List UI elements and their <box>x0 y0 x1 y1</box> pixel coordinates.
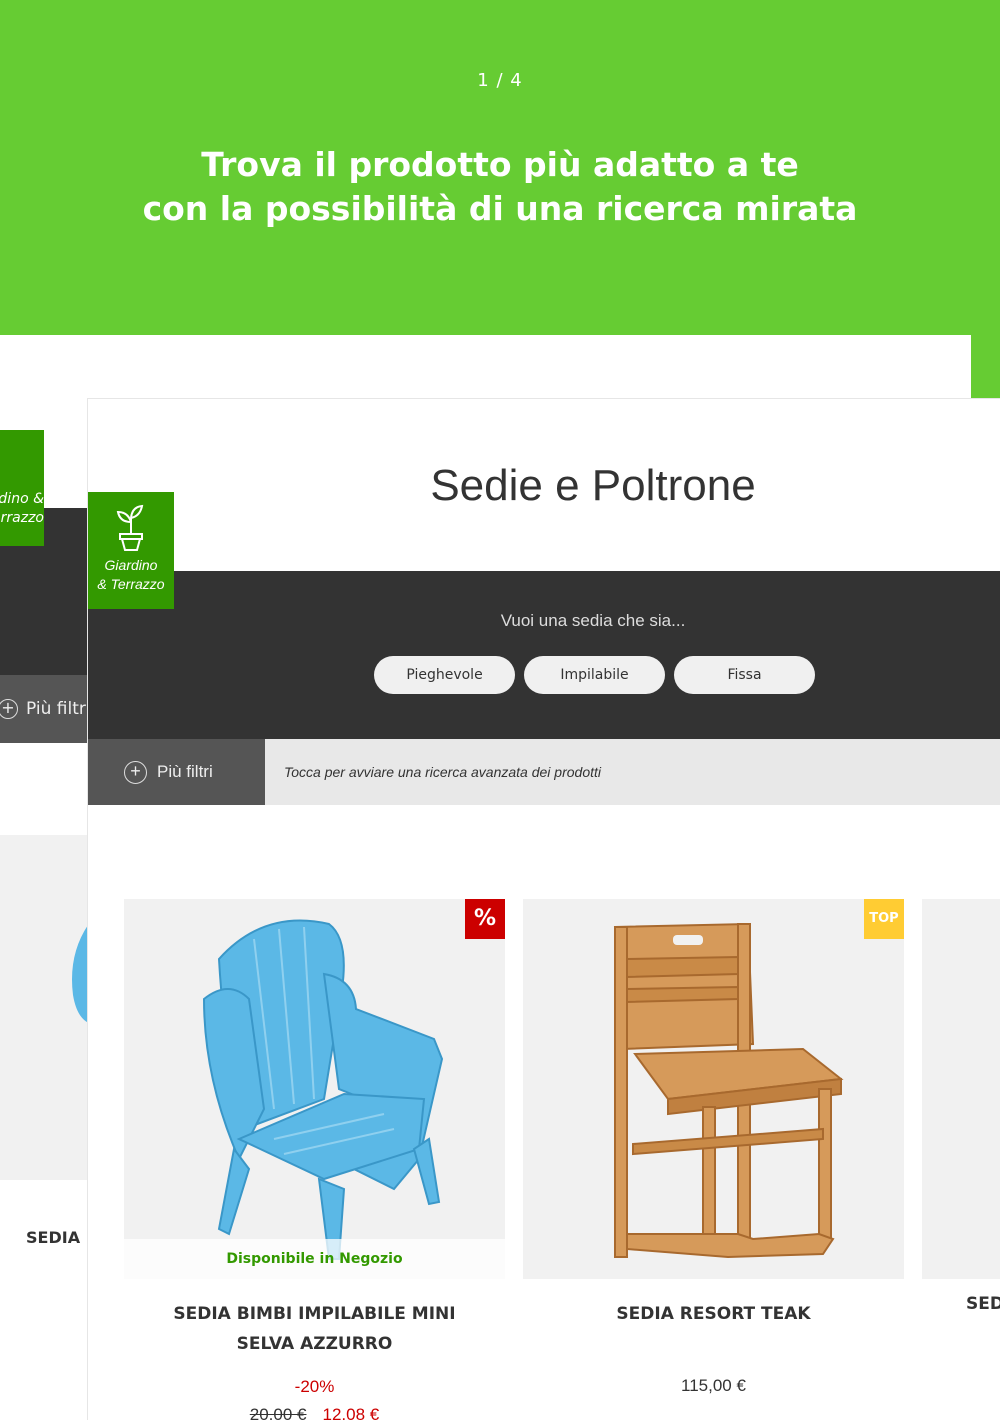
page-title: Sedie e Poltrone <box>430 461 756 510</box>
discount-percent: -20% <box>294 1377 335 1396</box>
quick-filter-band: Vuoi una sedia che sia... Pieghevole Imp… <box>88 571 1000 739</box>
product-card-partial[interactable] <box>922 899 1000 1279</box>
product-image-area[interactable]: TOP <box>523 899 904 1279</box>
headline: Trova il prodotto più adatto a te con la… <box>0 143 1000 231</box>
page-counter: 1 / 4 <box>477 70 523 91</box>
filter-question: Vuoi una sedia che sia... <box>500 611 686 630</box>
availability-label: Disponibile in Negozio <box>124 1239 505 1279</box>
category-label: Giardino & Terrazzo <box>88 556 174 594</box>
plus-circle-icon: + <box>124 761 147 785</box>
plus-icon: + <box>0 699 18 719</box>
price-row: 20,00 € 12,08 € <box>124 1405 505 1420</box>
kids-chair-image <box>202 919 444 1260</box>
option-impilabile[interactable]: Impilabile <box>524 656 665 694</box>
more-filters-button[interactable]: + Più filtri <box>88 739 265 805</box>
back-category-badge: Giardino & Terrazzo <box>0 430 44 546</box>
headline-line-1: Trova il prodotto più adatto a te <box>201 145 799 184</box>
product-name-partial[interactable]: SED <box>966 1294 1000 1314</box>
filter-hint: Tocca per avviare una ricerca avanzata d… <box>284 764 601 780</box>
discount-badge: % <box>465 899 505 939</box>
back-more-filters-label: Più filtri <box>26 699 91 719</box>
plant-pot-icon <box>116 504 144 551</box>
product-card[interactable]: TOP SEDIA RESORT TEAK 115,00 € <box>523 899 904 1396</box>
teak-chair-image <box>613 922 844 1259</box>
back-category-label: Giardino & Terrazzo <box>0 491 44 526</box>
product-price: 115,00 € <box>681 1376 746 1395</box>
old-price: 20,00 € <box>249 1405 307 1420</box>
filter-bar: + Più filtri Tocca per avviare una ricerc… <box>88 739 1000 805</box>
top-badge: TOP <box>864 899 904 939</box>
onboarding-header: 1 / 4 Trova il prodotto più adatto a te … <box>0 0 1000 335</box>
sale-price: 12,08 € <box>322 1405 380 1420</box>
more-filters-label: Più filtri <box>157 762 213 781</box>
product-image-area[interactable]: % Disponibile in Negozio <box>124 899 505 1279</box>
product-name[interactable]: SEDIA BIMBI IMPILABILE MINI SELVA AZZURR… <box>124 1299 505 1359</box>
headline-line-2: con la possibilità di una ricerca mirata <box>142 189 858 228</box>
option-fissa[interactable]: Fissa <box>674 656 815 694</box>
category-label-line-2: & Terrazzo <box>97 576 165 592</box>
category-label-line-1: Giardino <box>104 557 158 573</box>
product-card[interactable]: % Disponibile in Negozio SEDIA BIMBI IMP… <box>124 899 505 1420</box>
option-pieghevole[interactable]: Pieghevole <box>374 656 515 694</box>
category-screen: Sedie e Poltrone Vuoi una sedia che sia.… <box>87 398 1000 1420</box>
category-badge[interactable]: Giardino & Terrazzo <box>88 492 174 609</box>
product-name[interactable]: SEDIA RESORT TEAK <box>523 1299 904 1329</box>
